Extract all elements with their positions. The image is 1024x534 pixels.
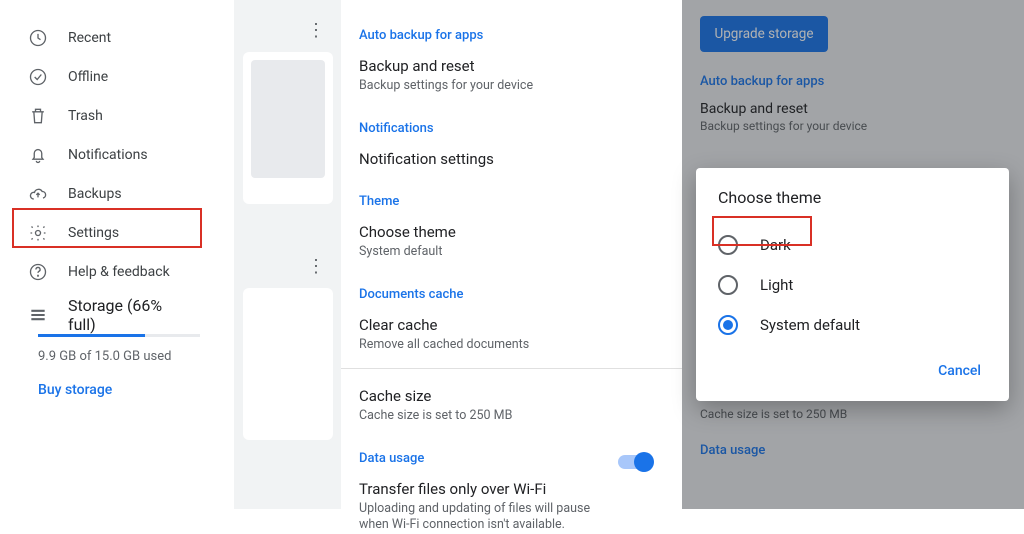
offline-icon xyxy=(28,67,48,87)
row-clear-cache[interactable]: Clear cache Remove all cached documents xyxy=(359,316,652,354)
row-subtitle: Remove all cached documents xyxy=(359,337,652,354)
settings-panel: Auto backup for apps Backup and reset Ba… xyxy=(341,0,682,509)
nav-label: Recent xyxy=(68,30,111,46)
row-title: Choose theme xyxy=(359,223,652,241)
wifi-toggle[interactable] xyxy=(618,455,652,469)
storage-progress xyxy=(38,334,200,337)
nav-offline[interactable]: Offline xyxy=(0,57,200,96)
row-title: Cache size xyxy=(359,387,652,405)
bell-icon xyxy=(28,145,48,165)
storage-icon xyxy=(28,305,48,325)
preview-card xyxy=(243,288,333,440)
clock-icon xyxy=(28,28,48,48)
row-title: Backup and reset xyxy=(359,57,652,75)
section-auto-backup: Auto backup for apps xyxy=(359,28,652,43)
nav-label: Offline xyxy=(68,69,108,85)
row-title: Clear cache xyxy=(359,316,652,334)
content-preview-bg: ⋮ ⋮ xyxy=(234,0,341,509)
highlight-box xyxy=(712,216,812,246)
preview-thumb xyxy=(251,60,325,178)
nav-label: Notifications xyxy=(68,147,148,163)
nav-trash[interactable]: Trash xyxy=(0,96,200,135)
row-title: Notification settings xyxy=(359,150,652,168)
cloud-icon xyxy=(28,184,48,204)
highlight-box xyxy=(12,208,202,248)
sidebar-panel: Recent Offline Trash Notifications Backu… xyxy=(0,0,341,509)
row-backup-reset[interactable]: Backup and reset Backup settings for you… xyxy=(359,57,652,95)
storage-section: Storage (66% full) xyxy=(0,295,200,334)
nav-label: Help & feedback xyxy=(68,264,170,280)
section-doc-cache: Documents cache xyxy=(359,287,652,302)
row-choose-theme[interactable]: Choose theme System default xyxy=(359,223,652,261)
nav-recent[interactable]: Recent xyxy=(0,18,200,57)
help-icon xyxy=(28,262,48,282)
storage-progress-fill xyxy=(38,334,145,337)
row-subtitle: Cache size is set to 250 MB xyxy=(359,408,652,425)
divider xyxy=(341,368,682,369)
toggle-knob xyxy=(634,452,654,472)
dialog-panel: Upgrade storage Auto backup for apps Bac… xyxy=(682,0,1024,509)
radio-icon xyxy=(718,275,738,295)
nav-help[interactable]: Help & feedback xyxy=(0,252,200,291)
row-wifi-only[interactable]: Transfer files only over Wi-Fi Uploading… xyxy=(359,480,652,534)
section-notifications: Notifications xyxy=(359,121,652,136)
row-subtitle: Backup settings for your device xyxy=(359,78,652,95)
row-notification-settings[interactable]: Notification settings xyxy=(359,150,652,168)
storage-label: Storage (66% full) xyxy=(68,296,172,334)
buy-storage-link[interactable]: Buy storage xyxy=(38,382,200,398)
preview-card xyxy=(243,52,333,204)
choose-theme-dialog: Choose theme Dark Light System default C… xyxy=(696,168,1009,401)
nav-label: Backups xyxy=(68,186,122,202)
sidebar: Recent Offline Trash Notifications Backu… xyxy=(0,0,200,398)
theme-option-system[interactable]: System default xyxy=(718,305,987,345)
option-label: Light xyxy=(760,276,793,294)
nav-notifications[interactable]: Notifications xyxy=(0,135,200,174)
dialog-title: Choose theme xyxy=(718,188,987,207)
theme-option-light[interactable]: Light xyxy=(718,265,987,305)
trash-icon xyxy=(28,106,48,126)
nav-label: Trash xyxy=(68,108,103,124)
radio-icon-selected xyxy=(718,315,738,335)
section-theme: Theme xyxy=(359,194,652,209)
row-title: Transfer files only over Wi-Fi xyxy=(359,480,592,498)
cancel-button[interactable]: Cancel xyxy=(932,355,987,387)
nav-storage[interactable]: Storage (66% full) xyxy=(28,295,172,334)
option-label: System default xyxy=(760,316,860,334)
row-cache-size[interactable]: Cache size Cache size is set to 250 MB xyxy=(359,387,652,425)
storage-usage-text: 9.9 GB of 15.0 GB used xyxy=(38,349,200,364)
section-data-usage: Data usage xyxy=(359,451,652,466)
row-subtitle: Uploading and updating of files will pau… xyxy=(359,501,592,534)
more-icon[interactable]: ⋮ xyxy=(307,20,325,41)
more-icon[interactable]: ⋮ xyxy=(307,256,325,277)
row-subtitle: System default xyxy=(359,244,652,261)
